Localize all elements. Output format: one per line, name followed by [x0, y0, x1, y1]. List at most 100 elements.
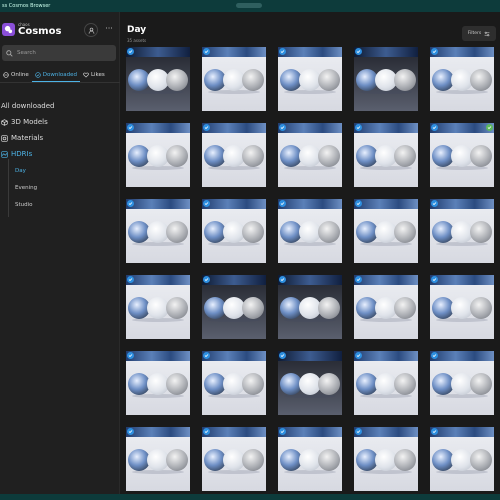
category-nav: All downloaded 3D Models Materials HDRIs… [0, 98, 120, 213]
tab-online[interactable]: Online [0, 68, 32, 82]
nav-sub-studio[interactable]: Studio [0, 196, 120, 213]
hdri-thumbnail[interactable] [354, 47, 418, 111]
hdri-thumbnail[interactable] [202, 275, 266, 339]
nav-3d-models[interactable]: 3D Models [0, 114, 120, 130]
hdri-sky [278, 427, 342, 437]
hdri-thumbnail[interactable] [430, 275, 494, 339]
divider [0, 82, 120, 83]
matte-ball [470, 69, 492, 91]
drag-handle[interactable] [236, 3, 262, 8]
hdri-sky [126, 47, 190, 57]
hdri-sky [278, 275, 342, 285]
hdri-thumbnail[interactable] [278, 47, 342, 111]
hdri-thumbnail[interactable] [126, 351, 190, 415]
downloaded-check-icon [431, 48, 438, 55]
nav-sub-day[interactable]: Day [0, 162, 120, 179]
check-circle-icon [35, 71, 41, 78]
downloaded-check-icon [431, 352, 438, 359]
nav-all-downloaded[interactable]: All downloaded [0, 98, 120, 114]
hdri-thumbnail[interactable] [278, 427, 342, 491]
hdri-thumbnail[interactable] [202, 427, 266, 491]
hdri-sky [126, 199, 190, 209]
hdri-thumbnail[interactable] [354, 123, 418, 187]
hdri-thumbnail[interactable] [126, 275, 190, 339]
search-input[interactable]: Search [2, 45, 116, 61]
downloaded-check-icon [203, 48, 210, 55]
hdri-thumbnail[interactable] [202, 351, 266, 415]
matte-ball [318, 373, 340, 395]
hdri-thumbnail[interactable] [126, 427, 190, 491]
downloaded-check-icon [127, 124, 134, 131]
nav-materials[interactable]: Materials [0, 130, 120, 146]
hdri-thumbnail[interactable] [354, 199, 418, 263]
hdri-thumbnail[interactable] [126, 123, 190, 187]
matte-ball [394, 297, 416, 319]
hdri-thumbnail[interactable] [430, 427, 494, 491]
hdri-sky [354, 123, 418, 133]
filters-button[interactable]: Filters [462, 26, 496, 41]
user-button[interactable] [84, 23, 98, 37]
nav-materials-label: Materials [11, 134, 44, 142]
hdri-sky [202, 427, 266, 437]
downloaded-check-icon [431, 276, 438, 283]
matte-ball [318, 297, 340, 319]
downloaded-check-icon [279, 276, 286, 283]
hdri-sky [202, 275, 266, 285]
matte-ball [166, 145, 188, 167]
tab-likes[interactable]: Likes [80, 68, 108, 82]
hdri-thumbnail[interactable] [430, 199, 494, 263]
hdri-thumbnail[interactable] [354, 427, 418, 491]
brand-name: Cosmos [18, 26, 62, 37]
hdri-thumbnail[interactable] [278, 351, 342, 415]
hdri-thumbnail[interactable] [126, 47, 190, 111]
search-placeholder: Search [17, 50, 36, 56]
hdri-thumbnail[interactable] [278, 199, 342, 263]
matte-ball [242, 449, 264, 471]
hdri-thumbnail[interactable] [278, 275, 342, 339]
tab-downloaded[interactable]: Downloaded [31, 68, 80, 82]
hdri-thumbnail[interactable] [430, 47, 494, 111]
hdri-sky [278, 123, 342, 133]
nav-sub-evening[interactable]: Evening [0, 179, 120, 196]
taskbar [0, 494, 500, 500]
matte-ball [318, 221, 340, 243]
hdri-thumbnail[interactable] [430, 123, 494, 187]
hdri-sky [430, 351, 494, 361]
matte-ball [318, 145, 340, 167]
matte-ball [242, 69, 264, 91]
hdri-thumbnail[interactable] [354, 275, 418, 339]
hdri-sky [202, 47, 266, 57]
hdri-icon [1, 150, 8, 158]
hdri-thumbnail[interactable] [126, 199, 190, 263]
downloaded-check-icon [203, 276, 210, 283]
matte-ball [394, 69, 416, 91]
subnav-line [8, 159, 9, 217]
hdri-thumbnail[interactable] [202, 199, 266, 263]
hdri-sky [354, 351, 418, 361]
more-options-button[interactable]: ··· [103, 24, 115, 36]
hdri-sky [354, 199, 418, 209]
downloaded-check-icon [203, 428, 210, 435]
matte-ball [470, 297, 492, 319]
hdri-sky [126, 123, 190, 133]
hdri-thumbnail[interactable] [202, 123, 266, 187]
source-tabs: Online Downloaded Likes [0, 68, 120, 82]
hdri-sky [126, 351, 190, 361]
material-icon [1, 134, 8, 142]
downloaded-check-icon [127, 352, 134, 359]
hdri-thumbnail[interactable] [202, 47, 266, 111]
window-title: ss Cosmos Browser [2, 3, 51, 9]
matte-ball [166, 221, 188, 243]
brand: chaos Cosmos [2, 22, 61, 37]
downloaded-check-icon [203, 124, 210, 131]
hdri-thumbnail[interactable] [278, 123, 342, 187]
tab-downloaded-label: Downloaded [42, 71, 77, 78]
hdri-thumbnail[interactable] [354, 351, 418, 415]
downloaded-check-icon [127, 428, 134, 435]
matte-ball [394, 373, 416, 395]
downloaded-check-icon [279, 48, 286, 55]
nav-hdris[interactable]: HDRIs [0, 146, 120, 162]
filters-label: Filters [467, 31, 482, 36]
hdri-thumbnail[interactable] [430, 351, 494, 415]
matte-ball [242, 221, 264, 243]
